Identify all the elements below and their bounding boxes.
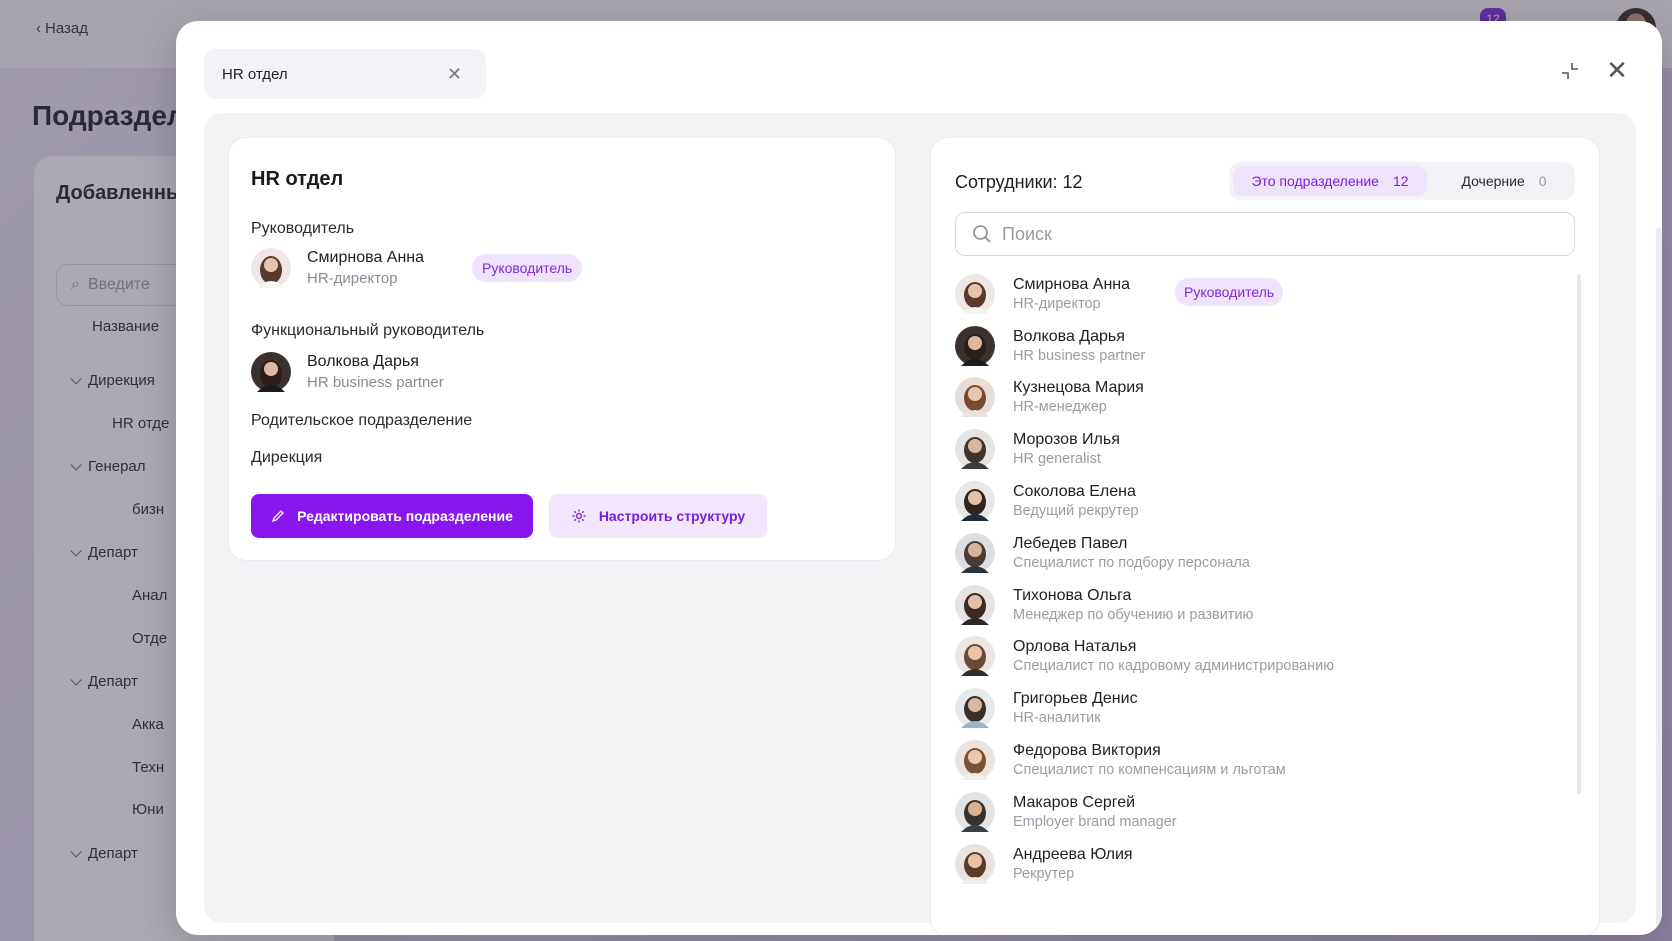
avatar bbox=[955, 791, 995, 832]
parent-label: Родительское подразделение bbox=[251, 412, 473, 429]
employees-count: Сотрудники: 12 bbox=[955, 172, 1083, 192]
employee-name: Макаров Сергей bbox=[1013, 793, 1136, 811]
employee-row[interactable]: Лебедев Павел Специалист по подбору персо… bbox=[955, 527, 1555, 579]
department-title: HR отдел bbox=[251, 168, 344, 190]
employee-search-input[interactable] bbox=[1002, 223, 1562, 245]
employee-row[interactable]: Орлова Наталья Специалист по кадровому ад… bbox=[955, 631, 1555, 683]
avatar bbox=[955, 325, 995, 366]
employee-name: Лебедев Павел bbox=[1013, 534, 1128, 552]
tab-hr-department[interactable]: HR отдел ✕ bbox=[204, 49, 486, 99]
head-name: Смирнова Анна bbox=[307, 249, 425, 266]
department-modal: HR отдел ✕ ✕ HR отдел Руководитель Смирн… bbox=[176, 21, 1662, 935]
functional-head-person[interactable]: Волкова Дарья HR business partner bbox=[251, 352, 444, 392]
tab-children[interactable]: Дочерние 0 bbox=[1439, 166, 1569, 196]
employee-row[interactable]: Тихонова Ольга Менеджер по обучению и раз… bbox=[955, 579, 1555, 631]
employee-name: Орлова Наталья bbox=[1013, 638, 1137, 656]
employees-card: Сотрудники: 12 Это подразделение 12 Доче… bbox=[930, 137, 1600, 935]
employee-role: Рекрутер bbox=[1013, 865, 1075, 882]
employee-role: HR-менеджер bbox=[1013, 399, 1107, 416]
head-person[interactable]: Смирнова Анна HR-директор bbox=[251, 248, 424, 288]
edit-button-label: Редактировать подразделение bbox=[297, 508, 513, 524]
employee-role: Менеджер по обучению и развитию bbox=[1013, 606, 1254, 623]
employee-row[interactable]: Морозов Илья HR generalist bbox=[955, 423, 1555, 475]
modal-content: HR отдел Руководитель Смирнова Анна HR-д… bbox=[204, 113, 1662, 935]
close-modal-icon[interactable]: ✕ bbox=[1604, 57, 1630, 83]
employee-search[interactable] bbox=[955, 212, 1575, 256]
employee-role: Employer brand manager bbox=[1013, 813, 1177, 830]
employee-row[interactable]: Макаров Сергей Employer brand manager bbox=[955, 786, 1555, 838]
parent-value: Дирекция bbox=[251, 449, 323, 466]
employee-name: Тихонова Ольга bbox=[1013, 586, 1132, 604]
avatar bbox=[251, 352, 291, 392]
tab-this-label: Это подразделение bbox=[1251, 173, 1379, 189]
close-tab-icon[interactable]: ✕ bbox=[447, 64, 462, 85]
head-badge: Руководитель bbox=[472, 254, 583, 282]
tab-children-label: Дочерние bbox=[1461, 173, 1525, 189]
employee-row[interactable]: Смирнова Анна HR-директор Руководитель bbox=[955, 268, 1555, 320]
functional-head-label: Функциональный руководитель bbox=[251, 322, 485, 339]
employee-row[interactable]: Федорова Виктория Специалист по компенсац… bbox=[955, 734, 1555, 786]
employee-name: Кузнецова Мария bbox=[1013, 379, 1144, 397]
avatar bbox=[955, 740, 995, 781]
employee-role: Специалист по компенсациям и льготам bbox=[1013, 762, 1286, 779]
avatar bbox=[955, 429, 995, 470]
avatar bbox=[955, 377, 995, 418]
employee-role: Специалист по кадровому администрировани… bbox=[1013, 658, 1335, 675]
employees-filter-tabs: Это подразделение 12 Дочерние 0 bbox=[1229, 162, 1575, 200]
tab-children-count: 0 bbox=[1538, 173, 1547, 189]
employee-name: Морозов Илья bbox=[1013, 431, 1120, 449]
tab-this-department[interactable]: Это подразделение 12 bbox=[1233, 166, 1427, 196]
avatar bbox=[251, 248, 291, 288]
employee-row[interactable]: Григорьев Денис HR-аналитик bbox=[955, 682, 1555, 734]
employees-scrollbar[interactable] bbox=[1577, 274, 1581, 794]
avatar bbox=[955, 273, 995, 314]
lead-badge: Руководитель bbox=[1175, 278, 1284, 306]
employee-name: Андреева Юлия bbox=[1013, 845, 1133, 863]
head-role: HR-директор bbox=[307, 270, 398, 287]
employee-role: Ведущий рекрутер bbox=[1013, 503, 1139, 520]
employee-role: HR business partner bbox=[1013, 347, 1146, 364]
employee-role: HR-аналитик bbox=[1013, 710, 1101, 727]
employee-role: HR generalist bbox=[1013, 451, 1101, 468]
employee-name: Волкова Дарья bbox=[1013, 327, 1125, 345]
avatar bbox=[955, 843, 995, 884]
search-icon bbox=[973, 225, 991, 243]
gear-icon bbox=[572, 509, 586, 523]
employee-name: Смирнова Анна bbox=[1013, 275, 1131, 293]
tab-label: HR отдел bbox=[222, 65, 288, 83]
configure-structure-button[interactable]: Настроить структуру bbox=[549, 494, 767, 538]
tab-this-count: 12 bbox=[1392, 173, 1409, 189]
avatar bbox=[955, 532, 995, 573]
pencil-icon bbox=[272, 510, 285, 523]
employee-role: Специалист по подбору персонала bbox=[1013, 554, 1250, 571]
employee-name: Федорова Виктория bbox=[1013, 742, 1161, 760]
employee-row[interactable]: Кузнецова Мария HR-менеджер bbox=[955, 372, 1555, 424]
employee-name: Григорьев Денис bbox=[1013, 690, 1138, 708]
head-label: Руководитель bbox=[251, 220, 355, 237]
collapse-icon[interactable] bbox=[1558, 59, 1582, 83]
avatar bbox=[955, 636, 995, 677]
employees-list: Смирнова Анна HR-директор Руководитель Волк… bbox=[955, 268, 1555, 890]
employee-row[interactable]: Волкова Дарья HR business partner bbox=[955, 320, 1555, 372]
department-info-card: HR отдел Руководитель Смирнова Анна HR-д… bbox=[228, 137, 896, 561]
structure-button-label: Настроить структуру bbox=[598, 508, 746, 524]
edit-department-button[interactable]: Редактировать подразделение bbox=[251, 494, 533, 538]
functional-head-name: Волкова Дарья bbox=[307, 353, 419, 370]
employee-row[interactable]: Андреева Юлия Рекрутер bbox=[955, 838, 1555, 890]
avatar bbox=[955, 688, 995, 729]
avatar bbox=[955, 584, 995, 625]
functional-head-role: HR business partner bbox=[307, 374, 444, 391]
employee-row[interactable]: Соколова Елена Ведущий рекрутер bbox=[955, 475, 1555, 527]
avatar bbox=[955, 481, 995, 522]
modal-scrollbar[interactable] bbox=[1656, 227, 1662, 935]
employee-role: HR-директор bbox=[1013, 295, 1101, 312]
employee-name: Соколова Елена bbox=[1013, 483, 1136, 501]
